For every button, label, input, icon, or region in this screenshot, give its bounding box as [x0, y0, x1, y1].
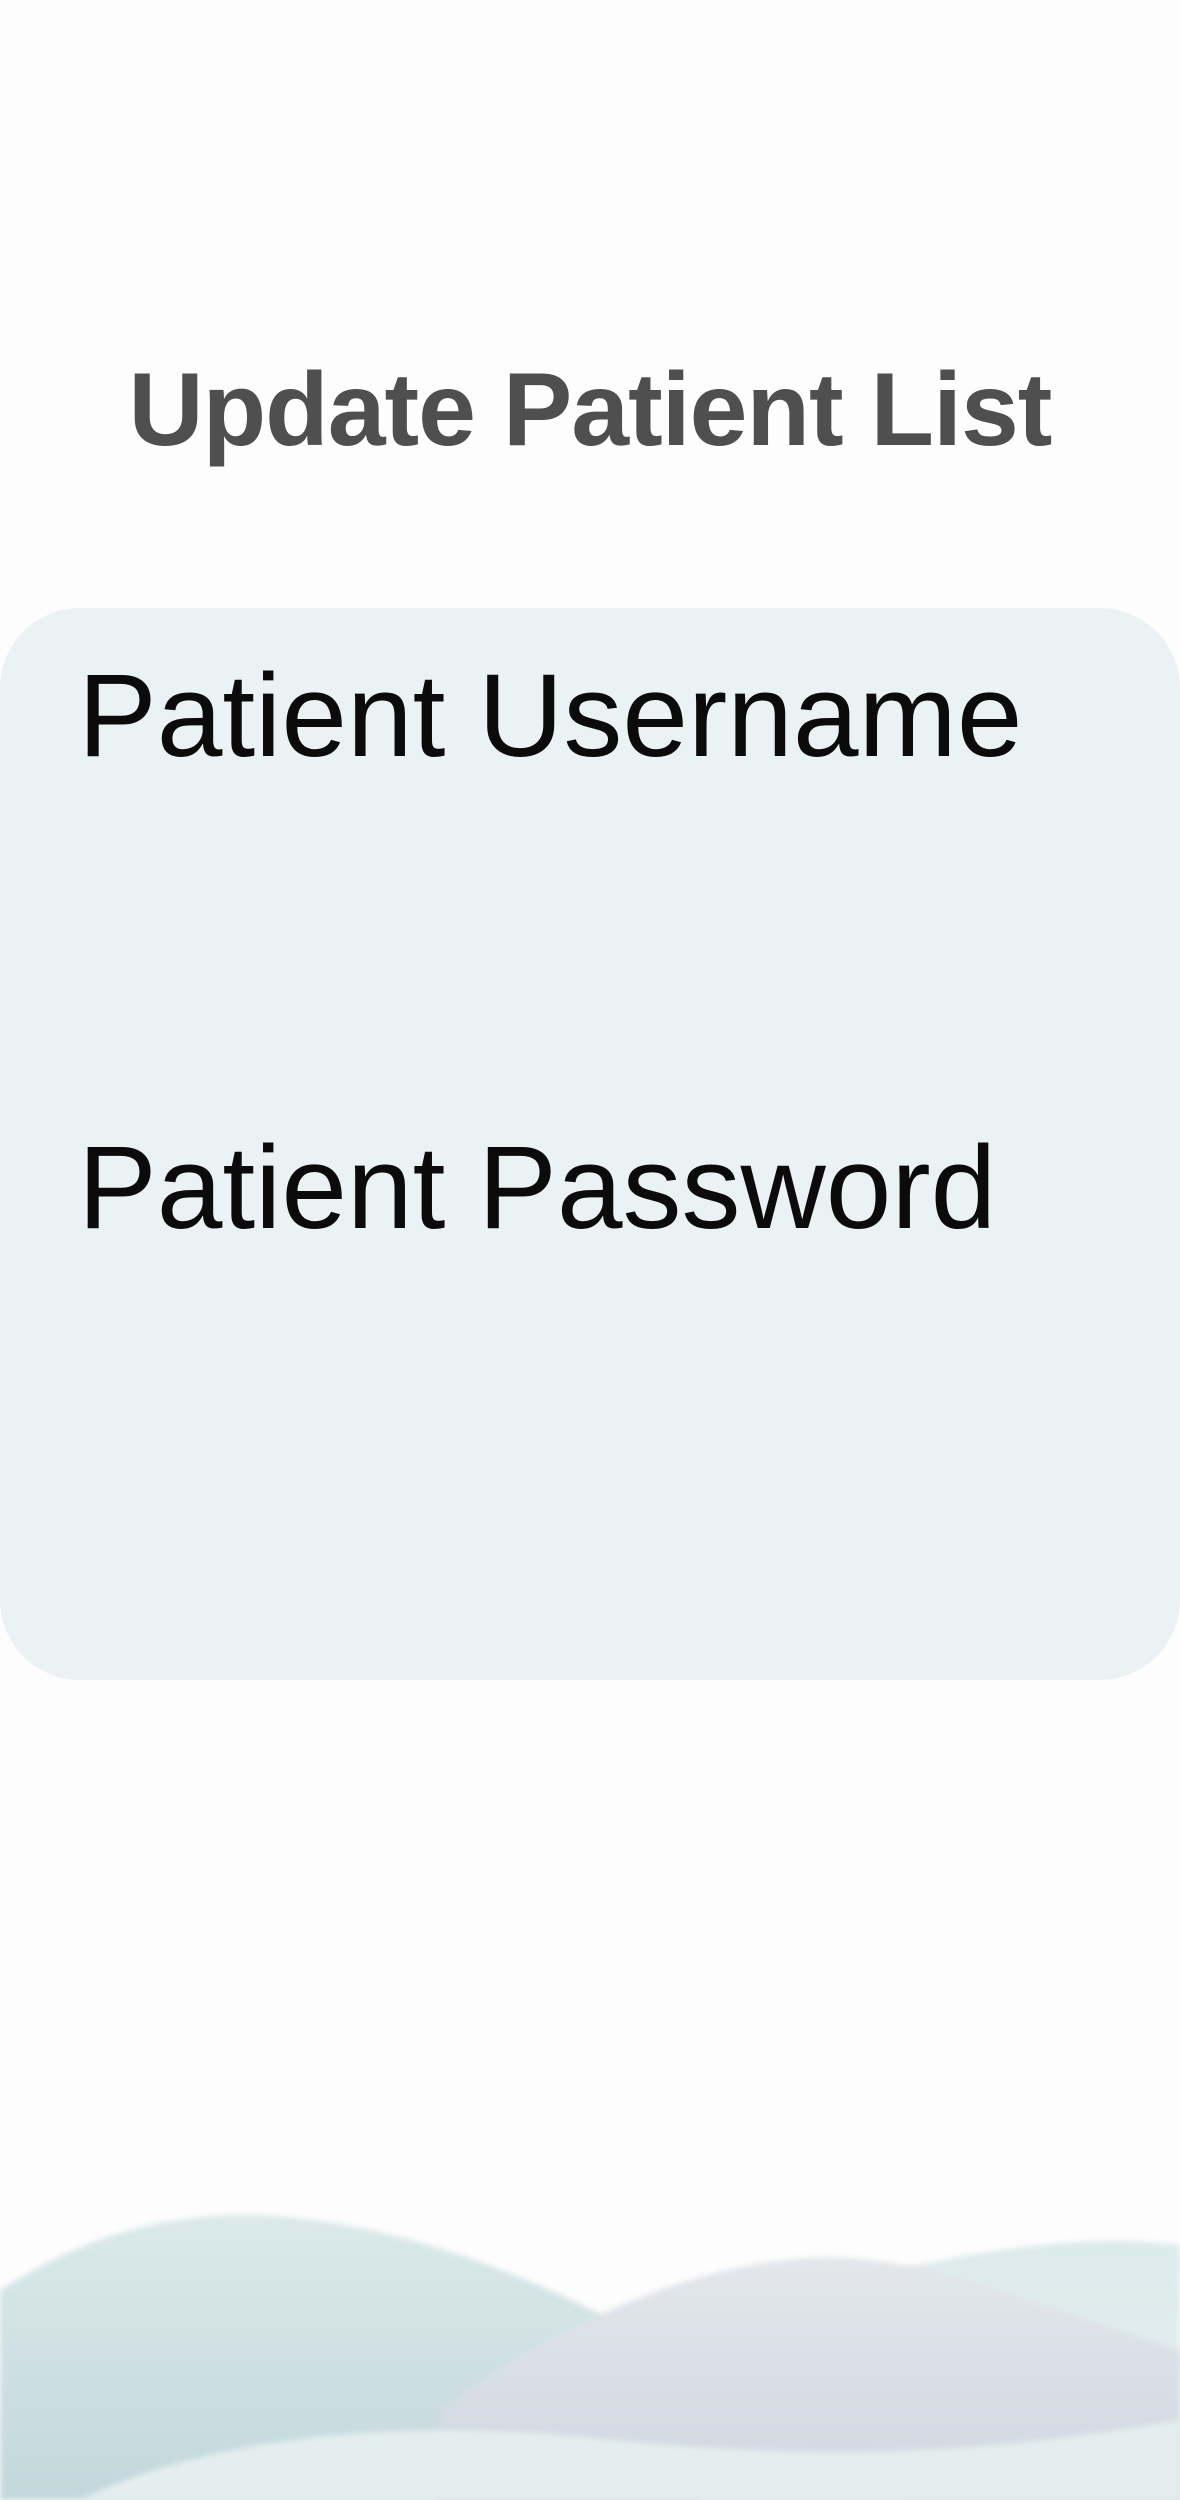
username-label: Patient Username: [78, 650, 1023, 782]
decorative-hills: [0, 2215, 1180, 2500]
form-card: Patient Username Patient Password: [0, 608, 1180, 1680]
username-field[interactable]: [78, 808, 1098, 1008]
page-title: Update Patient List: [128, 352, 1053, 468]
password-field[interactable]: [78, 1280, 1098, 1480]
password-label: Patient Password: [78, 1122, 997, 1254]
